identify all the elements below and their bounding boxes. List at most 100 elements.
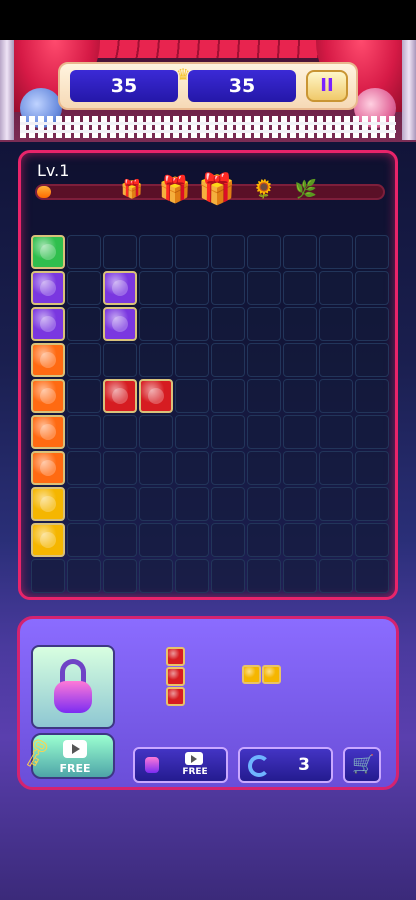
empty-grid-cell: [355, 343, 389, 377]
refresh-pieces-button[interactable]: 3: [238, 747, 333, 783]
empty-grid-cell: [175, 379, 209, 413]
empty-grid-cell: [67, 307, 101, 341]
empty-grid-cell: [139, 235, 173, 269]
empty-grid-cell: [319, 451, 353, 485]
empty-grid-cell: [103, 559, 137, 593]
red-gem-block: [103, 379, 137, 413]
empty-grid-cell: [139, 343, 173, 377]
red-gem-block: [139, 379, 173, 413]
purple-gem-block: [103, 307, 137, 341]
empty-grid-cell: [211, 379, 245, 413]
game-board: Lv.1 🎁 🎁 🎁 🌻 🌿: [18, 150, 398, 600]
orange-gem-block: [31, 451, 65, 485]
empty-grid-cell: [139, 523, 173, 557]
refresh-icon: [248, 755, 270, 777]
plant-icon: 🌿: [294, 179, 318, 200]
empty-grid-cell: [139, 487, 173, 521]
yellow-gem-block: [31, 487, 65, 521]
block-grid[interactable]: [31, 235, 391, 595]
empty-grid-cell: [319, 343, 353, 377]
empty-grid-cell: [283, 235, 317, 269]
video-play-icon: [63, 740, 87, 758]
empty-grid-cell: [247, 271, 281, 305]
empty-grid-cell: [283, 415, 317, 449]
empty-grid-cell: [319, 271, 353, 305]
small-gift-icon: 🎁: [120, 179, 144, 200]
empty-grid-cell: [139, 307, 173, 341]
empty-grid-cell: [139, 559, 173, 593]
empty-grid-cell: [283, 451, 317, 485]
empty-grid-cell: [139, 415, 173, 449]
yellow-piece-block: [242, 665, 261, 684]
shop-button[interactable]: 🛒: [343, 747, 381, 783]
yellow-piece-block: [262, 665, 281, 684]
empty-grid-cell: [319, 487, 353, 521]
pause-button[interactable]: II: [306, 70, 348, 102]
empty-grid-cell: [319, 235, 353, 269]
purple-gem-block: [103, 271, 137, 305]
stage-header: ♛ 35 35 II: [0, 40, 416, 142]
empty-grid-cell: [67, 271, 101, 305]
red-piece-block: [166, 647, 185, 666]
empty-grid-cell: [247, 451, 281, 485]
refresh-count: 3: [298, 755, 310, 775]
video-play-icon: [185, 752, 203, 765]
empty-grid-cell: [67, 559, 101, 593]
pillar-right: [402, 40, 416, 140]
empty-grid-cell: [175, 307, 209, 341]
level-progress-fill: [37, 186, 51, 198]
empty-grid-cell: [139, 271, 173, 305]
score-panel: ♛ 35 35 II: [58, 62, 358, 110]
empty-grid-cell: [211, 235, 245, 269]
empty-grid-cell: [319, 523, 353, 557]
green-gem-block: [31, 235, 65, 269]
empty-grid-cell: [175, 451, 209, 485]
empty-grid-cell: [247, 379, 281, 413]
empty-grid-cell: [211, 487, 245, 521]
orange-gem-block: [31, 343, 65, 377]
empty-grid-cell: [355, 523, 389, 557]
red-piece-block: [166, 667, 185, 686]
empty-grid-cell: [355, 559, 389, 593]
empty-grid-cell: [283, 379, 317, 413]
empty-grid-cell: [31, 559, 65, 593]
empty-grid-cell: [211, 271, 245, 305]
best-score: 35: [70, 70, 178, 102]
pillar-left: [0, 40, 14, 140]
empty-grid-cell: [319, 559, 353, 593]
tray-panel: FREE 🗝 FREE 3 🛒: [17, 616, 399, 790]
empty-grid-cell: [283, 271, 317, 305]
empty-grid-cell: [355, 307, 389, 341]
empty-grid-cell: [355, 235, 389, 269]
empty-grid-cell: [67, 487, 101, 521]
pause-icon: II: [320, 75, 334, 96]
hold-slot-lock[interactable]: [31, 645, 115, 729]
purple-gem-block: [31, 307, 65, 341]
empty-grid-cell: [355, 451, 389, 485]
empty-grid-cell: [319, 379, 353, 413]
empty-grid-cell: [211, 559, 245, 593]
empty-grid-cell: [355, 487, 389, 521]
shopping-cart-icon: 🛒: [352, 754, 375, 775]
empty-grid-cell: [175, 343, 209, 377]
empty-grid-cell: [67, 523, 101, 557]
gift-box-icon: 🎁: [158, 175, 192, 205]
empty-grid-cell: [283, 487, 317, 521]
empty-grid-cell: [211, 343, 245, 377]
empty-grid-cell: [247, 415, 281, 449]
empty-grid-cell: [103, 487, 137, 521]
lock-icon: [54, 659, 92, 715]
empty-grid-cell: [67, 451, 101, 485]
empty-grid-cell: [175, 235, 209, 269]
orange-gem-block: [31, 379, 65, 413]
empty-grid-cell: [247, 343, 281, 377]
red-piece-block: [166, 687, 185, 706]
empty-grid-cell: [319, 307, 353, 341]
empty-grid-cell: [175, 271, 209, 305]
unlock-free-button[interactable]: FREE: [133, 747, 228, 783]
unlock-free-label: FREE: [182, 767, 208, 777]
empty-grid-cell: [355, 379, 389, 413]
empty-grid-cell: [211, 451, 245, 485]
empty-grid-cell: [103, 523, 137, 557]
empty-grid-cell: [103, 415, 137, 449]
